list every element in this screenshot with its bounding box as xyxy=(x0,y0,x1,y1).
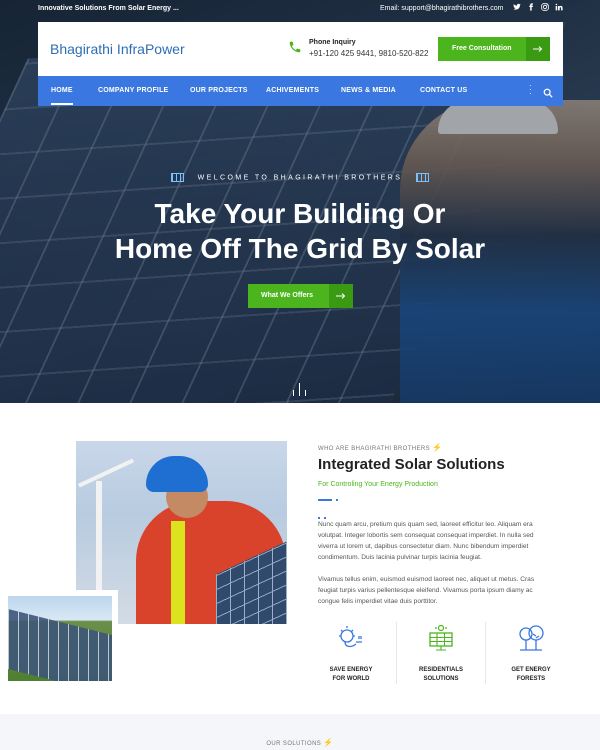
solutions-label: OUR SOLUTIONS ⚡ xyxy=(266,738,334,747)
top-bar: Innovative Solutions From Solar Energy .… xyxy=(0,0,600,18)
phone-label: Phone Inquiry xyxy=(309,39,356,46)
solar-panel-icon xyxy=(416,173,430,182)
feature-line2: FOR WORLD xyxy=(332,676,370,682)
nav-item-contact-us[interactable]: CONTACT US xyxy=(420,87,467,94)
feature-get-energy: GET ENERGY FORESTS xyxy=(491,624,571,684)
hero-headline-line2: Home Off The Grid By Solar xyxy=(114,233,486,264)
solar-panel-icon xyxy=(426,623,456,652)
phone-icon xyxy=(288,40,302,54)
arrow-right-icon xyxy=(329,284,353,308)
solar-field-image xyxy=(2,590,118,687)
title-underline xyxy=(318,499,344,519)
feature-line1: SAVE ENERGY xyxy=(329,667,373,673)
nav-item-achivements[interactable]: ACHIVEMENTS xyxy=(266,87,319,94)
site-logo[interactable]: Bhagirathi InfraPower xyxy=(50,41,185,57)
twitter-icon[interactable] xyxy=(513,3,521,12)
main-nav: HOME COMPANY PROFILE OUR PROJECTS ACHIVE… xyxy=(38,76,563,106)
feature-residentials: RESIDENTIALS SOLUTIONS xyxy=(401,623,481,684)
feature-line2: FORESTS xyxy=(516,676,546,682)
bolt-icon: ⚡ xyxy=(432,443,443,452)
free-consultation-label: Free Consultation xyxy=(452,45,512,52)
nav-active-indicator xyxy=(51,103,73,105)
about-paragraph-2: Vivamus tellus enim, euismod euismod lao… xyxy=(318,576,535,605)
nav-item-news-media[interactable]: NEWS & MEDIA xyxy=(341,87,396,94)
hero-headline: Take Your Building Or Home Off The Grid … xyxy=(0,196,600,266)
nav-item-our-projects[interactable]: OUR PROJECTS xyxy=(190,87,248,94)
trees-icon xyxy=(516,624,546,652)
arrow-right-icon xyxy=(526,37,550,61)
search-icon[interactable] xyxy=(543,85,553,98)
social-links xyxy=(513,3,563,12)
about-sub-label: WHO ARE BHAGIRATHI BROTHERS ⚡ xyxy=(318,443,443,452)
bolt-icon: ⚡ xyxy=(323,738,334,747)
bulb-plug-icon xyxy=(336,624,366,652)
solar-panel-icon xyxy=(170,173,184,182)
hero-welcome-text: WELCOME TO BHAGIRATHI BROTHERS xyxy=(197,174,403,182)
nav-item-home[interactable]: HOME xyxy=(51,87,73,94)
hero-welcome: WELCOME TO BHAGIRATHI BROTHERS xyxy=(0,173,600,182)
facebook-icon[interactable] xyxy=(527,3,535,12)
phone-numbers[interactable]: +91-120 425 9441, 9810-520-822 xyxy=(309,49,428,58)
more-dots-icon[interactable]: · · · xyxy=(529,82,532,98)
about-title: Integrated Solar Solutions xyxy=(318,456,505,473)
nav-item-company-profile[interactable]: COMPANY PROFILE xyxy=(98,87,168,94)
linkedin-icon[interactable] xyxy=(555,3,563,12)
slider-indicator[interactable] xyxy=(292,382,308,396)
top-email[interactable]: Email: support@bhagirathibrothers.com xyxy=(380,5,503,12)
feature-line1: GET ENERGY xyxy=(511,667,551,673)
top-tagline: Innovative Solutions From Solar Energy .… xyxy=(38,5,179,12)
feature-line1: RESIDENTIALS xyxy=(418,667,463,673)
feature-line2: SOLUTIONS xyxy=(423,676,459,682)
about-paragraph-1: Nunc quam arcu, pretium quis quam sed, l… xyxy=(318,521,534,561)
what-we-offer-label: What We Offers xyxy=(261,292,313,299)
instagram-icon[interactable] xyxy=(541,3,549,12)
header: Bhagirathi InfraPower Phone Inquiry +91-… xyxy=(38,22,563,76)
free-consultation-button[interactable]: Free Consultation xyxy=(438,37,550,61)
what-we-offer-button[interactable]: What We Offers xyxy=(248,284,353,308)
feature-save-energy: SAVE ENERGY FOR WORLD xyxy=(311,624,391,684)
hero-headline-line1: Take Your Building Or xyxy=(154,198,446,229)
about-tagline: For Controling Your Energy Production xyxy=(318,481,438,488)
